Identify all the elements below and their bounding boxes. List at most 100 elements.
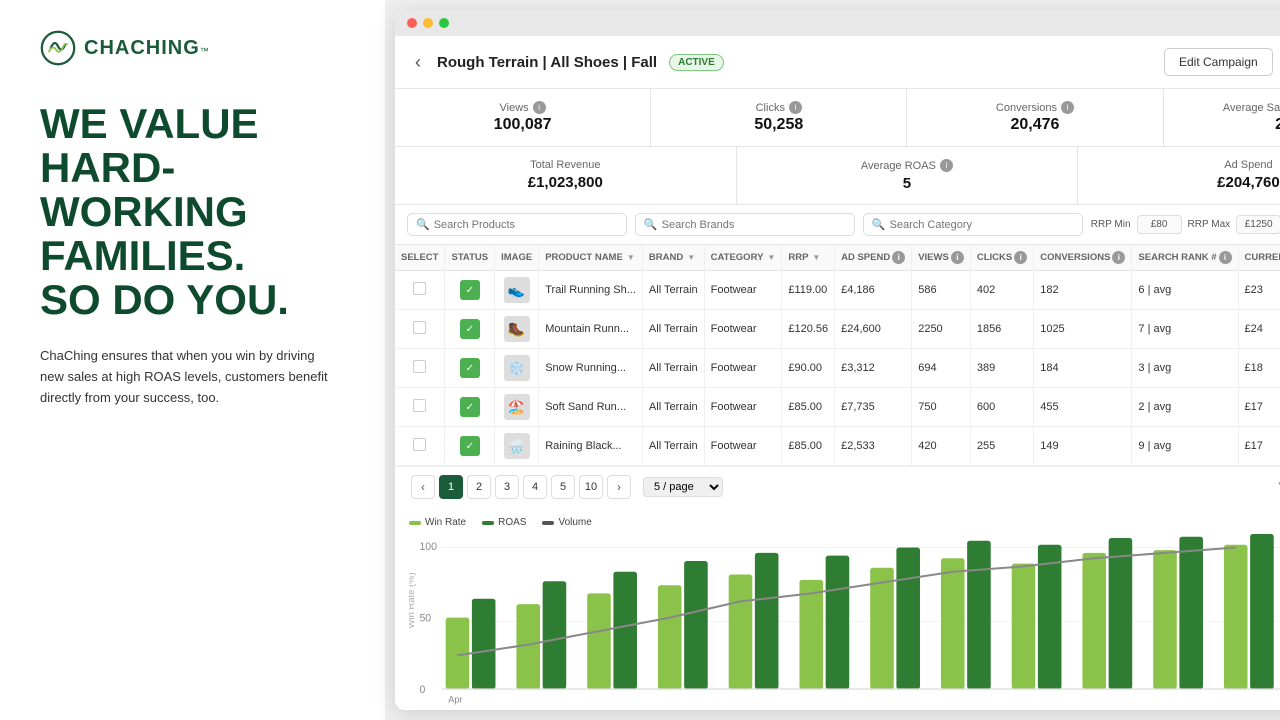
metric-conversions: Conversions i 20,476 <box>907 89 1163 146</box>
row-category: Footwear <box>704 310 782 349</box>
roas-info-icon[interactable]: i <box>940 159 953 172</box>
row-status-icon[interactable]: ✓ <box>460 397 480 417</box>
campaign-title: Rough Terrain | All Shoes | Fall <box>437 54 657 71</box>
row-product-name: Raining Black... <box>539 427 643 466</box>
th-product-name: PRODUCT NAME ▼ <box>539 245 643 271</box>
row-checkbox[interactable] <box>413 360 426 373</box>
row-checkbox[interactable] <box>413 282 426 295</box>
legend-volume: Volume <box>542 517 591 528</box>
row-rrp: £85.00 <box>782 388 835 427</box>
volume-legend-dot <box>542 521 554 525</box>
row-checkbox-cell <box>395 349 445 388</box>
search-products-icon: 🔍 <box>416 218 430 231</box>
browser-window: ‹ Rough Terrain | All Shoes | Fall ACTIV… <box>395 10 1280 710</box>
svg-text:50: 50 <box>419 613 431 625</box>
row-status-icon[interactable]: ✓ <box>460 280 480 300</box>
row-category: Footwear <box>704 388 782 427</box>
row-image-cell: 🌧️ <box>495 427 539 466</box>
metric-views: Views i 100,087 <box>395 89 651 146</box>
row-brand: All Terrain <box>642 310 704 349</box>
legend-roas: ROAS <box>482 517 526 528</box>
row-image-cell: ❄️ <box>495 349 539 388</box>
row-checkbox[interactable] <box>413 399 426 412</box>
row-views: 694 <box>912 349 971 388</box>
row-checkbox[interactable] <box>413 438 426 451</box>
next-page-button[interactable]: › <box>607 475 631 499</box>
revenue-value: £1,023,800 <box>411 174 720 191</box>
back-button[interactable]: ‹ <box>411 52 425 73</box>
search-category-input[interactable] <box>890 219 1074 231</box>
conversions-info-icon[interactable]: i <box>1061 101 1074 114</box>
row-status-icon[interactable]: ✓ <box>460 319 480 339</box>
row-category: Footwear <box>704 349 782 388</box>
roas-legend-dot <box>482 521 494 525</box>
row-conversions: 149 <box>1034 427 1132 466</box>
legend-win-rate: Win Rate <box>409 517 466 528</box>
row-conversions: 1025 <box>1034 310 1132 349</box>
search-brands-input[interactable] <box>662 219 846 231</box>
edit-campaign-button[interactable]: Edit Campaign <box>1164 48 1273 76</box>
page-5-button[interactable]: 5 <box>551 475 575 499</box>
clicks-info-icon[interactable]: i <box>789 101 802 114</box>
row-checkbox-cell <box>395 310 445 349</box>
views-value: 100,087 <box>411 116 634 134</box>
page-1-button[interactable]: 1 <box>439 475 463 499</box>
browser-chrome <box>395 10 1280 36</box>
metric-clicks: Clicks i 50,258 <box>651 89 907 146</box>
prev-page-button[interactable]: ‹ <box>411 475 435 499</box>
logo-tm: ™ <box>200 46 209 56</box>
traffic-light-green[interactable] <box>439 18 449 28</box>
summary-revenue: Total Revenue £1,023,800 <box>395 147 737 204</box>
chart-container: 100 50 0 10|2% 5|1% 0|0 Win Rate (%) ROA… <box>409 534 1280 709</box>
product-image: 🌧️ <box>504 433 530 459</box>
th-category: CATEGORY ▼ <box>704 245 782 271</box>
svg-text:Apr: Apr <box>448 694 462 704</box>
traffic-light-red[interactable] <box>407 18 417 28</box>
adspend-value: £204,760 <box>1094 174 1280 191</box>
row-checkbox-cell <box>395 427 445 466</box>
row-ad-spend: £24,600 <box>835 310 912 349</box>
rrp-max-label: RRP Max <box>1188 219 1231 230</box>
search-products-input[interactable] <box>434 219 618 231</box>
row-clicks: 402 <box>970 271 1033 310</box>
summary-roas: Average ROAS i 5 <box>737 147 1079 204</box>
roas-value: 5 <box>753 175 1062 192</box>
page-2-button[interactable]: 2 <box>467 475 491 499</box>
rrp-max-value: £1250 <box>1236 215 1280 234</box>
th-brand: BRAND ▼ <box>642 245 704 271</box>
row-search-rank: 2 | avg <box>1132 388 1238 427</box>
th-clicks: CLICKS i <box>970 245 1033 271</box>
page-4-button[interactable]: 4 <box>523 475 547 499</box>
views-info-icon[interactable]: i <box>533 101 546 114</box>
products-table: SELECT STATUS IMAGE PRODUCT NAME ▼ BRAND… <box>395 245 1280 466</box>
row-search-rank: 3 | avg <box>1132 349 1238 388</box>
search-brands-box: 🔍 <box>635 213 855 236</box>
row-status-cell: ✓ <box>445 388 495 427</box>
row-cpo: £17 <box>1238 388 1280 427</box>
search-category-icon: 🔍 <box>872 218 886 231</box>
th-rrp: RRP ▼ <box>782 245 835 271</box>
row-brand: All Terrain <box>642 349 704 388</box>
row-status-icon[interactable]: ✓ <box>460 436 480 456</box>
row-views: 586 <box>912 271 971 310</box>
metrics-row: Views i 100,087 Clicks i 50,258 Conversi… <box>395 89 1280 147</box>
row-ad-spend: £7,735 <box>835 388 912 427</box>
products-table-wrapper: SELECT STATUS IMAGE PRODUCT NAME ▼ BRAND… <box>395 245 1280 466</box>
row-checkbox[interactable] <box>413 321 426 334</box>
svg-text:100: 100 <box>419 541 437 553</box>
page-3-button[interactable]: 3 <box>495 475 519 499</box>
table-body: ✓ 👟 Trail Running Sh... All Terrain Foot… <box>395 271 1280 466</box>
row-cpo: £17 <box>1238 427 1280 466</box>
table-row: ✓ 🏖️ Soft Sand Run... All Terrain Footwe… <box>395 388 1280 427</box>
per-page-select[interactable]: 5 / page 10 / page 25 / page <box>643 477 723 497</box>
product-image: 👟 <box>504 277 530 303</box>
row-cpo: £18 <box>1238 349 1280 388</box>
page-10-button[interactable]: 10 <box>579 475 603 499</box>
traffic-light-yellow[interactable] <box>423 18 433 28</box>
row-clicks: 389 <box>970 349 1033 388</box>
row-product-name: Snow Running... <box>539 349 643 388</box>
left-panel: CHACHING™ WE VALUE HARD- WORKING FAMILIE… <box>0 0 385 720</box>
logo-text: CHACHING <box>84 37 200 60</box>
row-status-icon[interactable]: ✓ <box>460 358 480 378</box>
rrp-filter: RRP Min £80 RRP Max £1250 <box>1091 215 1280 234</box>
